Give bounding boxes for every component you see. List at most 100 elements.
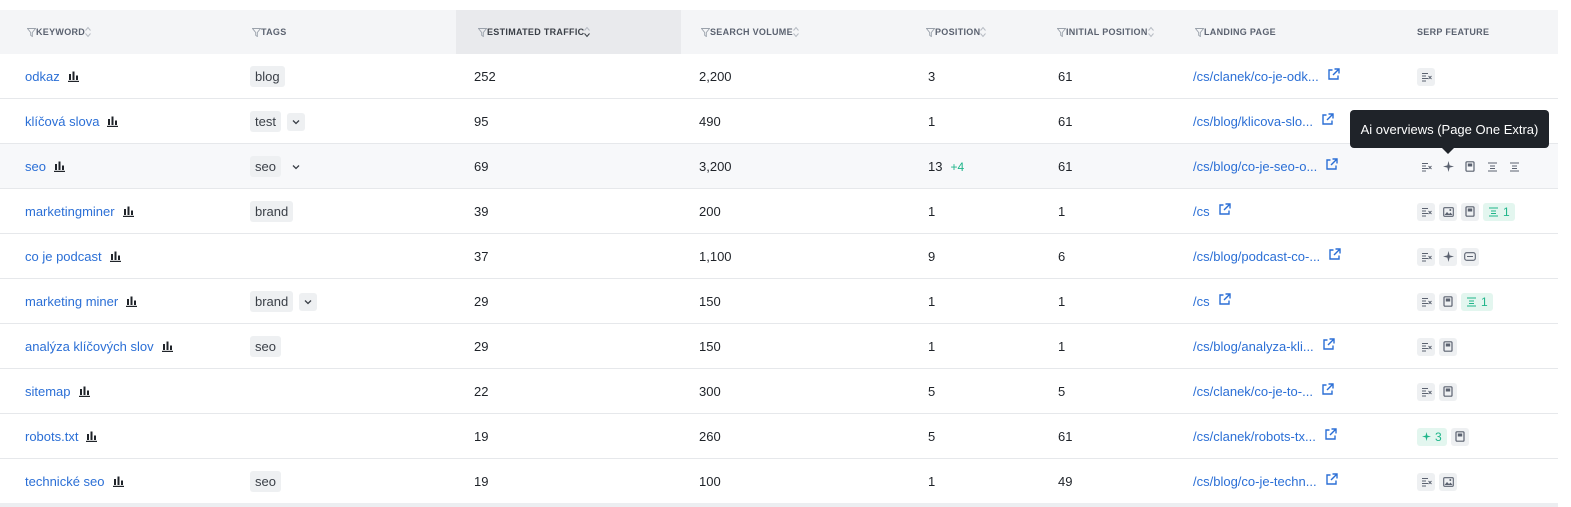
- serp-feature-item[interactable]: [1417, 472, 1435, 491]
- column-header-initial-position[interactable]: INITIAL POSITION: [1057, 10, 1154, 54]
- tag-dropdown-button[interactable]: [286, 112, 305, 131]
- estimated-traffic-cell: 22: [474, 384, 489, 399]
- keyword-link[interactable]: robots.txt: [25, 429, 78, 444]
- serp-feature-item[interactable]: [1461, 247, 1479, 266]
- horizontal-scrollbar[interactable]: [0, 503, 1558, 507]
- keyword-link[interactable]: klíčová slova: [25, 114, 99, 129]
- tag-badge[interactable]: seo: [250, 471, 281, 492]
- serp-feature-item[interactable]: [1417, 337, 1435, 356]
- serp-feature-item[interactable]: [1439, 382, 1457, 401]
- landing-page-link[interactable]: /cs: [1193, 204, 1210, 219]
- landing-page-link[interactable]: /cs/clanek/co-je-to-...: [1193, 384, 1313, 399]
- bar-chart-icon[interactable]: [107, 116, 119, 127]
- serp-feature-count: 3: [1435, 429, 1442, 444]
- landing-page-link[interactable]: /cs/clanek/co-je-odk...: [1193, 69, 1319, 84]
- column-header-tags[interactable]: TAGS: [252, 10, 287, 54]
- tag-badge[interactable]: brand: [250, 291, 294, 312]
- bar-chart-icon[interactable]: [53, 161, 65, 172]
- serp-feature-item[interactable]: [1417, 202, 1435, 221]
- external-link-icon[interactable]: [1328, 248, 1341, 261]
- keyword-link[interactable]: technické seo: [25, 474, 105, 489]
- bar-chart-icon[interactable]: [122, 206, 134, 217]
- serp-feature-item[interactable]: [1417, 382, 1435, 401]
- landing-page-cell: /cs: [1193, 189, 1231, 234]
- external-link-icon[interactable]: [1321, 113, 1334, 126]
- bar-chart-icon[interactable]: [78, 386, 90, 397]
- serp-feature-badge[interactable]: 1: [1483, 202, 1515, 221]
- serp-feature-badge[interactable]: 1: [1461, 292, 1493, 311]
- tag-badge[interactable]: seo: [250, 336, 281, 357]
- external-link-icon[interactable]: [1218, 203, 1231, 216]
- external-link-icon[interactable]: [1218, 293, 1231, 306]
- serp-feature-item[interactable]: [1417, 158, 1435, 176]
- landing-page-link[interactable]: /cs/blog/klicova-slo...: [1193, 114, 1313, 129]
- keyword-link[interactable]: seo: [25, 159, 46, 174]
- bar-chart-icon[interactable]: [126, 296, 138, 307]
- landing-page-link[interactable]: /cs/blog/co-je-techn...: [1193, 474, 1317, 489]
- position-cell: 1: [928, 189, 935, 234]
- column-header-serp-feature[interactable]: SERP FEATURE: [1417, 10, 1489, 54]
- serp-feature-item[interactable]: [1461, 202, 1479, 221]
- bar-chart-icon[interactable]: [161, 341, 173, 352]
- external-link-icon[interactable]: [1324, 428, 1337, 441]
- position-value: 5: [928, 384, 936, 399]
- tag-dropdown-button[interactable]: [299, 292, 318, 311]
- serp-feature-item[interactable]: [1439, 337, 1457, 356]
- tag-badge[interactable]: blog: [250, 66, 285, 87]
- serp-feature-item[interactable]: [1417, 292, 1435, 311]
- column-header-position[interactable]: POSITION: [926, 10, 987, 54]
- tag-badge[interactable]: test: [250, 111, 281, 132]
- column-header-estimated-traffic[interactable]: ESTIMATED TRAFFIC: [456, 10, 681, 54]
- external-link-icon[interactable]: [1327, 68, 1340, 81]
- search-volume-cell: 490: [699, 114, 721, 129]
- keyword-link[interactable]: marketingminer: [25, 204, 115, 219]
- chevron-down-icon: [292, 119, 300, 124]
- external-link-icon[interactable]: [1325, 473, 1338, 486]
- initial-position-cell: 1: [1058, 294, 1066, 309]
- bar-chart-icon[interactable]: [109, 251, 121, 262]
- serp-feature-item[interactable]: [1439, 247, 1457, 266]
- landing-page-link[interactable]: /cs/blog/co-je-seo-o...: [1193, 159, 1317, 174]
- external-link-icon[interactable]: [1321, 383, 1334, 396]
- landing-page-link[interactable]: /cs: [1193, 294, 1210, 309]
- bar-chart-icon[interactable]: [86, 431, 98, 442]
- tags-cell: brand: [250, 189, 294, 234]
- serp-feature-item[interactable]: [1417, 67, 1435, 86]
- serp-feature-item[interactable]: [1505, 158, 1523, 176]
- keyword-cell: seo: [25, 144, 65, 189]
- serp-feature-item[interactable]: [1439, 472, 1457, 491]
- column-header-search-volume[interactable]: SEARCH VOLUME: [701, 10, 799, 54]
- bar-chart-icon[interactable]: [112, 476, 124, 487]
- tag-dropdown-button[interactable]: [287, 158, 305, 176]
- search-volume-cell: 100: [699, 474, 721, 489]
- bar-chart-icon[interactable]: [67, 71, 79, 82]
- serp-feature-item[interactable]: [1461, 158, 1479, 176]
- external-link-icon[interactable]: [1325, 158, 1338, 171]
- tag-badge[interactable]: seo: [250, 156, 281, 177]
- keywords-table: KEYWORD TAGS ESTIMATED TRAFFIC SEARCH VOLUM…: [0, 10, 1558, 504]
- landing-page-link[interactable]: /cs/blog/analyza-kli...: [1193, 339, 1314, 354]
- serp-feature-item[interactable]: [1417, 247, 1435, 266]
- keyword-link[interactable]: odkaz: [25, 69, 60, 84]
- serp-feature-item[interactable]: [1439, 158, 1457, 176]
- knowledge-panel-icon: [1443, 341, 1453, 352]
- serp-feature-item[interactable]: [1439, 292, 1457, 311]
- serp-feature-item[interactable]: [1450, 427, 1469, 446]
- sort-icon: [980, 26, 987, 38]
- serp-feature-item[interactable]: [1483, 158, 1501, 176]
- keyword-link[interactable]: marketing miner: [25, 294, 118, 309]
- keyword-link[interactable]: co je podcast: [25, 249, 102, 264]
- column-header-landing-page[interactable]: LANDING PAGE: [1195, 10, 1276, 54]
- landing-page-link[interactable]: /cs/clanek/robots-tx...: [1193, 429, 1316, 444]
- serp-feature-badge[interactable]: 3: [1417, 427, 1447, 446]
- tag-badge[interactable]: brand: [250, 201, 294, 222]
- landing-page-cell: /cs/blog/co-je-techn...: [1193, 459, 1338, 504]
- serp-feature-cell: [1417, 459, 1457, 504]
- landing-page-link[interactable]: /cs/blog/podcast-co-...: [1193, 249, 1320, 264]
- serp-feature-item[interactable]: [1439, 202, 1457, 221]
- search-volume-cell: 260: [699, 429, 721, 444]
- column-header-keyword[interactable]: KEYWORD: [27, 10, 91, 54]
- keyword-link[interactable]: sitemap: [25, 384, 71, 399]
- external-link-icon[interactable]: [1322, 338, 1335, 351]
- keyword-link[interactable]: analýza klíčových slov: [25, 339, 154, 354]
